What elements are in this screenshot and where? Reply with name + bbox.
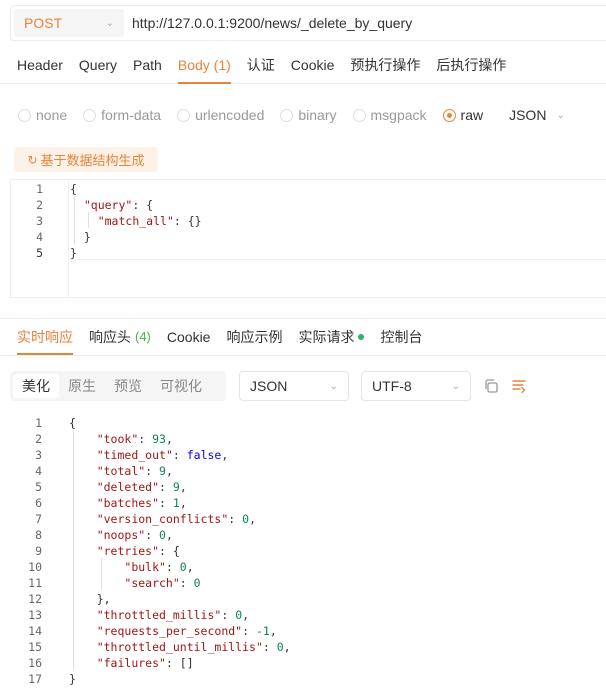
code-line: { (69, 416, 76, 430)
method-select[interactable]: POST ⌄ (14, 9, 124, 37)
url-bar: POST ⌄ http://127.0.0.1:9200/news/_delet… (10, 5, 606, 41)
response-body-viewer[interactable]: 1 {2 "took": 93, 3 "timed_out": false, 4 "t… (10, 414, 606, 694)
line-number: 8 (35, 528, 42, 542)
radio-circle (18, 108, 31, 122)
method-label: POST (24, 15, 63, 31)
view-pretty-button[interactable]: 美化 (13, 374, 59, 398)
tab-post-script[interactable]: 后执行操作 (428, 50, 514, 84)
line-number: 17 (28, 672, 42, 686)
headers-count: (4) (135, 329, 151, 344)
copy-icon[interactable] (483, 378, 499, 394)
tab-live-response[interactable]: 实时响应 (9, 319, 81, 355)
line-number: 9 (35, 544, 42, 558)
line-number: 5 (36, 246, 43, 260)
code-line: } (69, 672, 76, 686)
line-number: 2 (36, 198, 43, 212)
line-number: 1 (36, 182, 43, 196)
body-format-select[interactable]: JSON ⌄ (509, 107, 565, 123)
radio-circle (352, 108, 366, 122)
code-line: "match_all": {} (97, 214, 202, 228)
line-number: 11 (28, 576, 42, 590)
line-number: 3 (36, 214, 43, 228)
code-line: "retries": { (96, 544, 180, 558)
code-line: "took": 93, (96, 432, 173, 446)
tab-query[interactable]: Query (71, 50, 125, 84)
code-line: "version_conflicts": 0, (96, 512, 256, 526)
status-dot (358, 334, 365, 340)
code-line: "batches": 1, (96, 496, 187, 510)
response-tabs: 实时响应 响应头 (4) Cookie 响应示例 实际请求 控制台 (0, 318, 606, 356)
code-line: } (70, 246, 77, 260)
body-type-radios: none form-data urlencoded binary msgpack… (18, 104, 565, 126)
tab-response-cookie[interactable]: Cookie (159, 319, 219, 355)
response-encoding-select[interactable]: UTF-8 ⌄ (361, 371, 471, 401)
radio-raw[interactable]: raw (442, 107, 483, 123)
code-line: "timed_out": false, (96, 448, 229, 462)
code-line: "throttled_until_millis": 0, (96, 640, 291, 654)
code-line: } (70, 230, 91, 244)
refresh-icon: ↻ (27, 152, 38, 167)
radio-form-data[interactable]: form-data (83, 107, 161, 123)
body-count: (1) (213, 56, 231, 73)
radio-none[interactable]: none (18, 107, 67, 123)
tab-pre-script[interactable]: 预执行操作 (342, 50, 428, 84)
chevron-down-icon: ⌄ (556, 109, 565, 121)
line-number: 5 (35, 480, 42, 494)
view-preview-button[interactable]: 预览 (105, 374, 151, 398)
code-line: "query": { (83, 198, 154, 212)
line-number: 14 (28, 624, 42, 638)
line-number: 2 (35, 432, 42, 446)
tab-body[interactable]: Body (1) (170, 50, 239, 84)
line-number: 16 (28, 656, 42, 670)
radio-urlencoded[interactable]: urlencoded (177, 107, 264, 123)
code-line: { (70, 182, 77, 196)
line-number: 10 (28, 560, 42, 574)
radio-binary[interactable]: binary (280, 107, 337, 123)
response-format-select[interactable]: JSON ⌄ (239, 371, 349, 401)
line-number: 15 (28, 640, 42, 654)
radio-circle (83, 108, 97, 122)
code-line: "deleted": 9, (96, 480, 187, 494)
line-number: 7 (35, 512, 42, 526)
line-number: 6 (35, 496, 42, 510)
view-visualize-button[interactable]: 可视化 (151, 374, 211, 398)
radio-circle (280, 108, 294, 122)
request-body-editor[interactable]: 1 { 2 "query": { 3 "match_all": {} 4 } 5… (10, 179, 606, 298)
chevron-down-icon: ⌄ (451, 380, 460, 392)
code-line: "throttled_millis": 0, (96, 608, 250, 622)
line-number: 13 (28, 608, 42, 622)
tab-response-example[interactable]: 响应示例 (218, 319, 290, 355)
request-tabs: Header Query Path Body (1) 认证 Cookie 预执行… (0, 50, 606, 84)
format-icon[interactable] (511, 378, 527, 394)
line-number: 4 (35, 464, 42, 478)
chevron-down-icon: ⌄ (105, 17, 114, 29)
line-number: 4 (36, 230, 43, 244)
radio-msgpack[interactable]: msgpack (352, 107, 427, 123)
url-input[interactable]: http://127.0.0.1:9200/news/_delete_by_qu… (132, 15, 412, 31)
tab-header[interactable]: Header (9, 50, 71, 84)
tab-path[interactable]: Path (125, 50, 170, 84)
code-line: "noops": 0, (96, 528, 173, 542)
line-number: 1 (35, 416, 42, 430)
radio-circle-selected (442, 108, 456, 122)
editor-separator (70, 259, 606, 260)
code-line: "bulk": 0, (124, 560, 194, 574)
tab-cookie[interactable]: Cookie (283, 50, 343, 84)
code-line: }, (69, 592, 111, 606)
code-line: "requests_per_second": -1, (96, 624, 277, 638)
radio-circle (177, 108, 191, 122)
view-mode-group: 美化 原生 预览 可视化 (10, 371, 226, 401)
line-number: 12 (28, 592, 42, 606)
generate-from-schema-button[interactable]: ↻ 基于数据结构生成 (14, 147, 158, 172)
tab-response-headers[interactable]: 响应头 (4) (81, 319, 159, 355)
tab-console[interactable]: 控制台 (372, 319, 430, 355)
code-line: "search": 0 (124, 576, 201, 590)
line-number: 3 (35, 448, 42, 462)
code-line: "total": 9, (96, 464, 173, 478)
tab-auth[interactable]: 认证 (239, 50, 283, 84)
tab-actual-request[interactable]: 实际请求 (290, 319, 372, 355)
code-line: "failures": [] (96, 656, 194, 670)
view-raw-button[interactable]: 原生 (59, 374, 105, 398)
chevron-down-icon: ⌄ (329, 380, 338, 392)
